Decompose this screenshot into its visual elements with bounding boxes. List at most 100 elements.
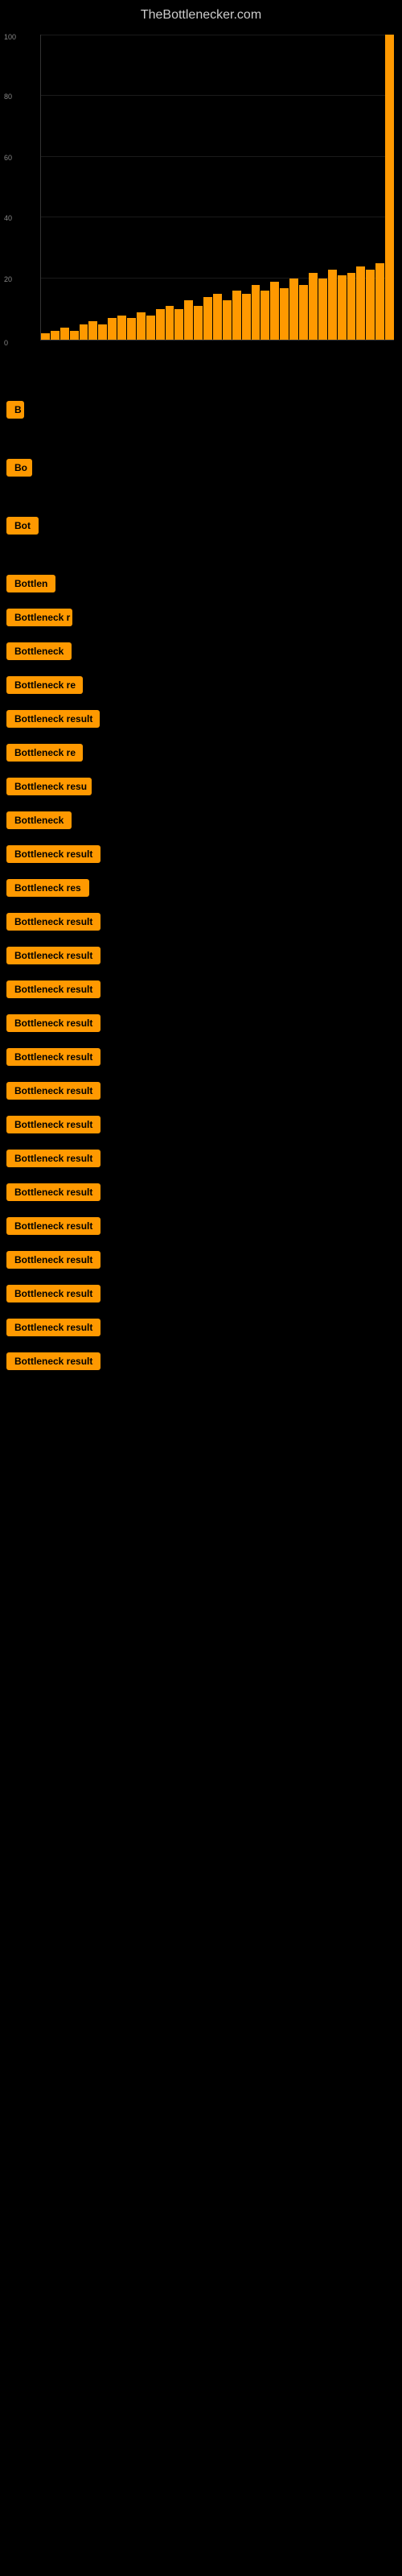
spacer-26 [0,1340,402,1348]
spacer-3 [0,539,402,571]
chart-bars [41,35,394,340]
chart-bar-22 [252,285,260,340]
result-badge: Bottleneck result [6,1048,100,1066]
result-row: Bottleneck result [0,1078,402,1104]
spacer-10 [0,799,402,807]
result-badge: B [6,401,24,419]
chart-bar-26 [289,279,298,340]
result-row: Bottleneck result [0,909,402,935]
result-badge: Bottleneck result [6,980,100,998]
chart-bar-25 [280,288,289,340]
chart-bar-11 [146,316,155,340]
spacer-15 [0,968,402,976]
chart-bar-18 [213,294,222,340]
result-badge: Bottlen [6,575,55,592]
chart-bar-30 [328,270,337,340]
result-badge: Bottleneck result [6,1150,100,1167]
spacer-12 [0,867,402,875]
chart-bar-15 [184,300,193,340]
result-badge: Bottleneck result [6,1014,100,1032]
y-label-60: 60 [4,154,12,162]
result-row: Bottleneck result [0,1315,402,1340]
spacer-16 [0,1002,402,1010]
chart-bar-28 [309,273,318,340]
chart-bar-31 [338,275,347,340]
chart-bar-23 [260,291,269,340]
chart-bar-3 [70,331,79,340]
result-row: Bottleneck result [0,1247,402,1273]
chart-bar-35 [375,263,384,340]
chart-bar-2 [60,328,69,340]
chart-area: 100 80 60 40 20 0 [0,27,402,365]
chart-bar-1 [51,331,59,340]
chart-bar-32 [347,273,356,340]
result-badge: Bottleneck res [6,879,89,897]
spacer-19 [0,1104,402,1112]
result-badge: Bottleneck [6,811,72,829]
chart-bar-12 [156,309,165,340]
result-badge: Bottleneck result [6,1082,100,1100]
chart-bar-4 [80,324,88,340]
result-badge: Bottleneck resu [6,778,92,795]
x-axis-line [40,340,394,341]
chart-bar-6 [98,324,107,340]
chart-bar-14 [174,309,183,340]
chart-bar-34 [366,270,375,340]
result-badge: Bot [6,517,39,535]
site-title: TheBottlenecker.com [0,0,402,27]
spacer-22 [0,1205,402,1213]
spacer-18 [0,1070,402,1078]
y-label-100: 100 [4,33,16,41]
result-badge: Bottleneck result [6,1352,100,1370]
spacer-8 [0,732,402,740]
result-row: Bottleneck result [0,1010,402,1036]
result-row: Bo [0,455,402,481]
result-badge: Bottleneck result [6,1285,100,1302]
result-row: Bottlen [0,571,402,597]
chart-bar-21 [242,294,251,340]
spacer-5 [0,630,402,638]
result-badge: Bottleneck result [6,845,100,863]
result-badge: Bottleneck r [6,609,72,626]
result-row: Bottleneck res [0,875,402,901]
result-row: Bottleneck result [0,976,402,1002]
spacer-14 [0,935,402,943]
spacer-4 [0,597,402,605]
chart-bar-0 [41,333,50,340]
result-row: Bot [0,513,402,539]
result-row: Bottleneck result [0,943,402,968]
chart-bar-13 [166,306,174,340]
spacer-2 [0,481,402,513]
result-list: B Bo Bot Bottlen Bottleneck r Bottleneck Bottl… [0,365,402,1374]
chart-bar-5 [88,321,97,340]
result-row: Bottleneck r [0,605,402,630]
y-label-40: 40 [4,214,12,222]
result-badge: Bottleneck result [6,947,100,964]
result-badge: Bottleneck result [6,1217,100,1235]
result-badge: Bottleneck result [6,1319,100,1336]
chart-bar-33 [356,266,365,340]
result-row: Bottleneck result [0,1179,402,1205]
result-row: Bottleneck re [0,672,402,698]
result-badge: Bo [6,459,32,477]
result-badge: Bottleneck result [6,710,100,728]
y-label-20: 20 [4,275,12,283]
spacer-11 [0,833,402,841]
result-badge: Bottleneck result [6,1251,100,1269]
spacer-13 [0,901,402,909]
result-badge: Bottleneck [6,642,72,660]
y-label-0: 0 [4,339,8,347]
result-row: Bottleneck re [0,740,402,766]
spacer-6 [0,664,402,672]
spacer-7 [0,698,402,706]
chart-bar-7 [108,318,117,340]
y-label-80: 80 [4,93,12,101]
spacer-17 [0,1036,402,1044]
chart-bar-9 [127,318,136,340]
chart-bar-16 [194,306,203,340]
chart-bar-17 [203,297,212,340]
chart-bar-19 [223,300,232,340]
chart-bar-36 [385,35,394,340]
result-row: Bottleneck [0,638,402,664]
result-row: Bottleneck result [0,706,402,732]
